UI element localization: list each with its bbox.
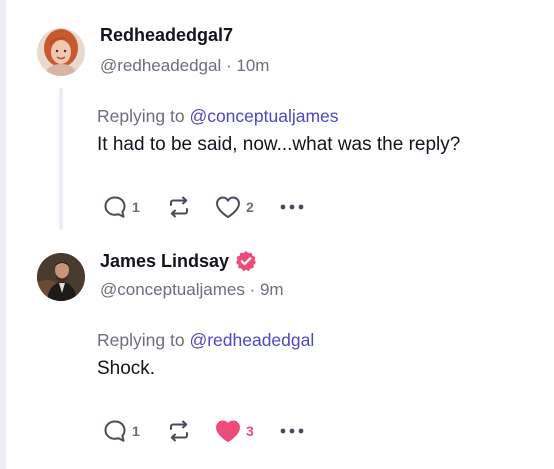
left-edge-bar (0, 0, 6, 469)
speech-bubble-icon (104, 420, 126, 442)
reply-count: 1 (132, 423, 140, 439)
verified-badge-icon (235, 250, 257, 272)
display-name[interactable]: Redheadedgal7 (100, 25, 233, 46)
post-time[interactable]: 9m (260, 280, 284, 299)
speech-bubble-icon (104, 196, 126, 218)
replying-to-line: Replying to @redheadedgal (97, 330, 314, 351)
more-options-button[interactable] (278, 194, 308, 220)
thread-connector-line (59, 88, 63, 230)
more-dots-icon (280, 204, 304, 210)
author-handle[interactable]: @redheadedgal (100, 56, 221, 75)
meta-separator: · (244, 280, 260, 299)
author-handle[interactable]: @conceptualjames (100, 280, 245, 299)
reply-button[interactable]: 1 (102, 194, 140, 220)
author-name[interactable]: James Lindsay (100, 250, 257, 272)
repost-button[interactable] (166, 194, 196, 220)
replying-prefix: Replying to (97, 330, 185, 350)
like-count: 3 (246, 423, 254, 439)
replying-to-line: Replying to @conceptualjames (97, 106, 339, 127)
avatar[interactable] (37, 253, 85, 301)
action-bar: 1 2 (102, 194, 322, 220)
action-bar: 1 3 (102, 418, 322, 444)
heart-icon (216, 196, 240, 218)
like-button[interactable]: 2 (214, 194, 254, 220)
post-time[interactable]: 10m (236, 56, 269, 75)
replying-to-mention[interactable]: @redheadedgal (189, 330, 314, 350)
like-button[interactable]: 3 (214, 418, 254, 444)
meta-separator: · (221, 56, 237, 75)
replying-prefix: Replying to (97, 106, 185, 126)
more-dots-icon (280, 428, 304, 434)
more-options-button[interactable] (278, 418, 308, 444)
avatar[interactable] (37, 28, 85, 76)
woman-red-hair-avatar-icon (37, 28, 85, 76)
repost-arrows-icon (170, 420, 188, 442)
repost-button[interactable] (166, 418, 196, 444)
repost-arrows-icon (170, 196, 188, 218)
display-name[interactable]: James Lindsay (100, 251, 229, 272)
like-count: 2 (246, 199, 254, 215)
post-text: Shock. (97, 358, 156, 379)
replying-to-mention[interactable]: @conceptualjames (189, 106, 338, 126)
author-meta: @conceptualjames · 9m (100, 280, 284, 300)
reply-count: 1 (132, 199, 140, 215)
author-meta: @redheadedgal · 10m (100, 56, 269, 76)
author-name[interactable]: Redheadedgal7 (100, 25, 233, 46)
heart-icon (216, 420, 240, 442)
post-text: It had to be said, now...what was the re… (97, 134, 461, 155)
reply-button[interactable]: 1 (102, 418, 140, 444)
man-portrait-avatar-icon (37, 253, 85, 301)
